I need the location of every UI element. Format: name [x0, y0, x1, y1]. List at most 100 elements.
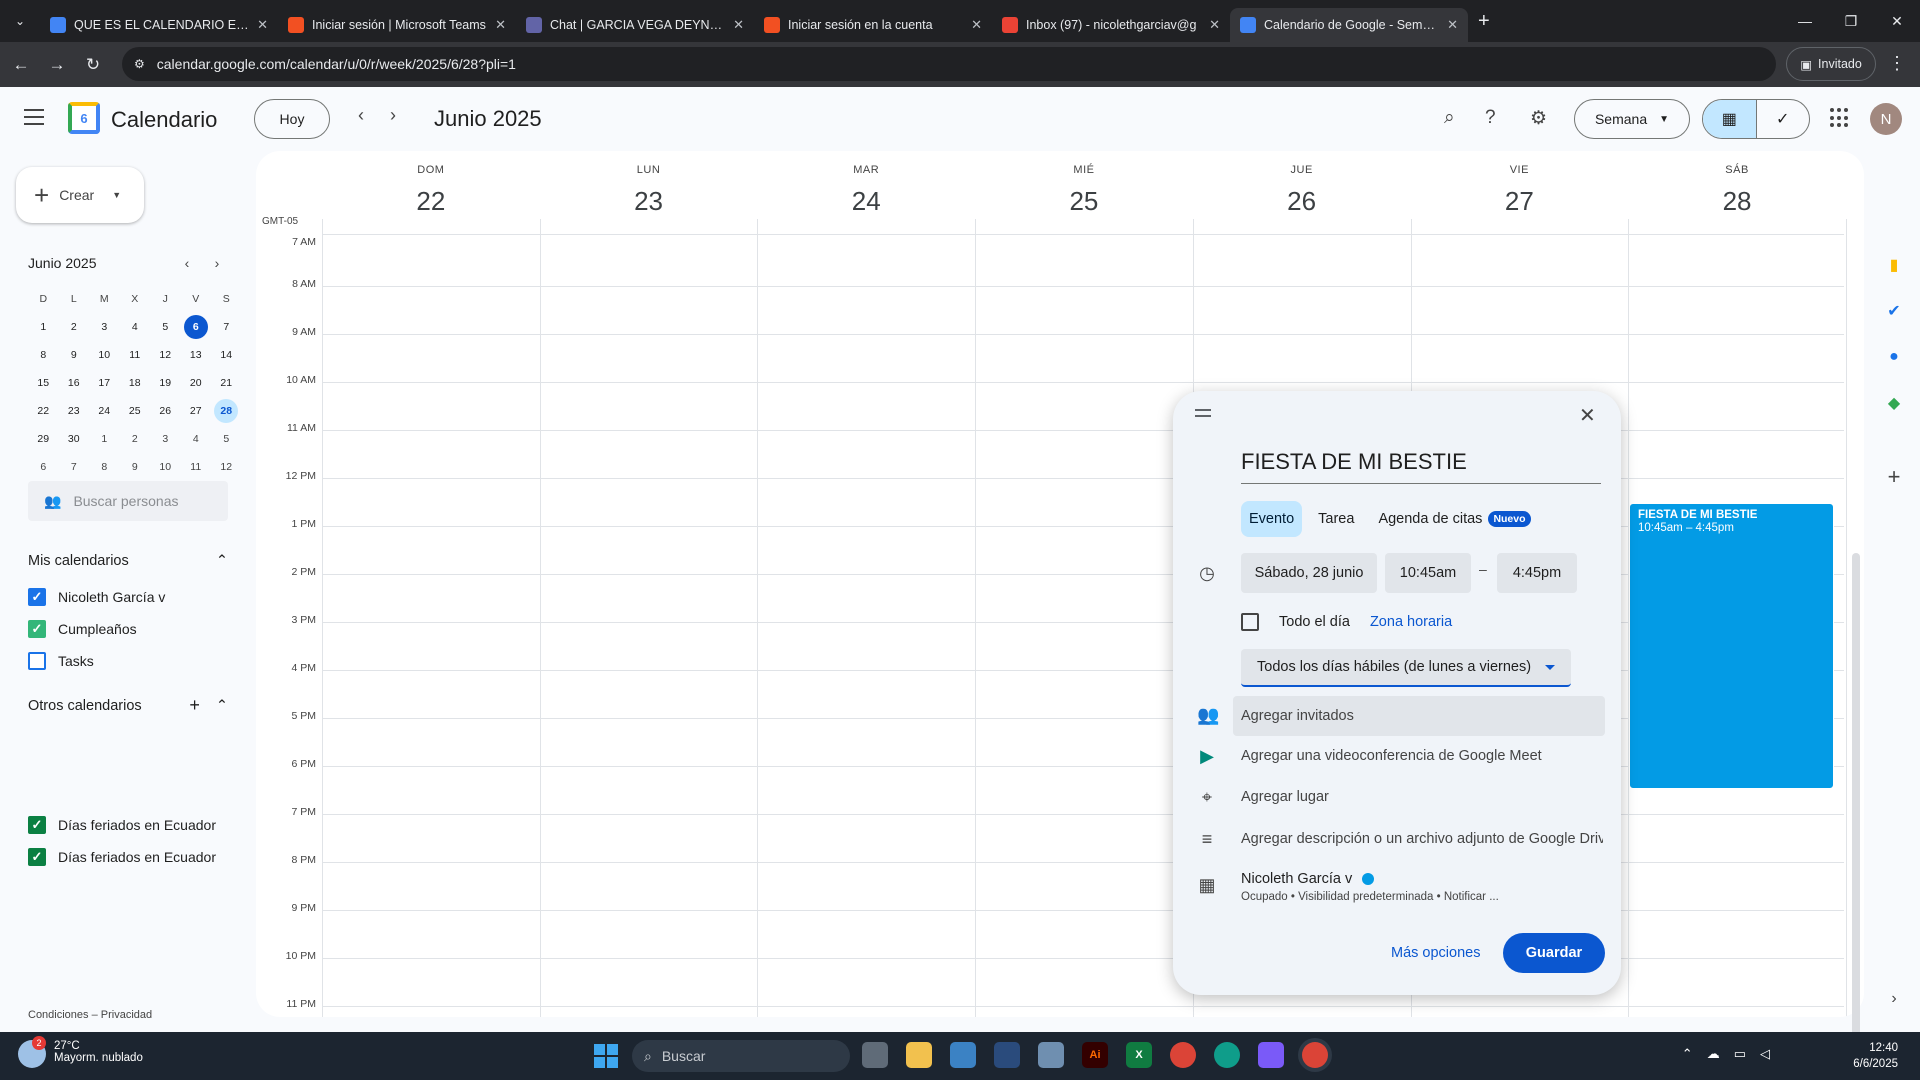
add-guests-input[interactable]: Agregar invitados [1233, 696, 1605, 736]
mini-day[interactable]: 12 [211, 453, 242, 481]
grid-scrollbar[interactable] [1852, 553, 1860, 1073]
tab-appointment-schedule[interactable]: Agenda de citas Nuevo [1370, 501, 1538, 537]
search-icon[interactable]: ⌕ [1444, 107, 1455, 129]
mini-next-icon[interactable]: › [202, 255, 232, 271]
taskbar-search[interactable]: ⌕ Buscar [632, 1040, 850, 1072]
mini-day[interactable]: 10 [89, 341, 120, 369]
calendar-checkbox[interactable]: ✓ [28, 816, 46, 834]
day-number[interactable]: 26 [1193, 186, 1411, 217]
calendar-logo[interactable]: 6 [68, 102, 100, 134]
mini-day[interactable]: 7 [211, 313, 242, 341]
expand-panel-icon[interactable]: › [1884, 989, 1904, 1009]
close-window-button[interactable]: ✕ [1874, 0, 1920, 42]
mini-day[interactable]: 21 [211, 369, 242, 397]
reload-button[interactable]: ↻ [78, 55, 108, 75]
google-apps-icon[interactable] [1830, 108, 1850, 128]
day-header[interactable]: MAR 24 [757, 151, 975, 251]
help-icon[interactable]: ? [1485, 107, 1496, 129]
store-icon[interactable] [950, 1042, 976, 1068]
calendar-list-item[interactable]: Tasks [28, 652, 94, 670]
m365-icon[interactable] [1258, 1042, 1284, 1068]
day-header[interactable]: DOM 22 [322, 151, 540, 251]
timezone-link[interactable]: Zona horaria [1370, 614, 1452, 630]
mini-day[interactable]: 14 [211, 341, 242, 369]
mini-day[interactable]: 9 [120, 453, 151, 481]
tab-search-chevron-icon[interactable]: ⌄ [0, 0, 40, 42]
taskbar-clock[interactable]: 12:40 6/6/2025 [1853, 1040, 1898, 1072]
event-title-input[interactable]: FIESTA DE MI BESTIE [1241, 449, 1601, 484]
illustrator-icon[interactable]: Ai [1082, 1042, 1108, 1068]
mini-day[interactable]: 2 [59, 313, 90, 341]
main-menu-icon[interactable] [24, 109, 44, 125]
calendar-list-item[interactable]: ✓ Cumpleaños [28, 620, 137, 638]
day-header[interactable]: SÁB 28 [1628, 151, 1846, 251]
mini-day[interactable]: 28 [211, 397, 242, 425]
all-day-checkbox[interactable] [1241, 613, 1259, 631]
day-number[interactable]: 27 [1411, 186, 1629, 217]
day-number[interactable]: 28 [1628, 186, 1846, 217]
back-button[interactable]: ← [6, 55, 36, 75]
today-button[interactable]: Hoy [254, 99, 330, 139]
tab-close-icon[interactable]: ✕ [1447, 17, 1458, 33]
terms-privacy-link[interactable]: Condiciones – Privacidad [28, 1009, 152, 1021]
other-calendars-header[interactable]: Otros calendarios + ⌃ [28, 695, 228, 716]
browser-tab[interactable]: Iniciar sesión | Microsoft Teams ✕ [278, 8, 516, 42]
app-cube-icon[interactable] [1038, 1042, 1064, 1068]
end-time-field[interactable]: 4:45pm [1497, 553, 1577, 593]
next-week-icon[interactable]: › [390, 105, 396, 126]
calendar-list-item[interactable]: ✓ Días feriados en Ecuador [28, 848, 216, 866]
profile-button[interactable]: ▣ Invitado [1786, 47, 1876, 81]
tab-close-icon[interactable]: ✕ [257, 17, 268, 33]
url-bar[interactable]: ⚙ calendar.google.com/calendar/u/0/r/wee… [122, 47, 1776, 81]
owner-details[interactable]: Ocupado • Visibilidad predeterminada • N… [1241, 891, 1499, 903]
collapse-chevron-icon[interactable]: ⌃ [216, 698, 228, 714]
view-selector[interactable]: Semana ▼ [1574, 99, 1690, 139]
mini-day[interactable]: 19 [150, 369, 181, 397]
app-title[interactable]: Calendario [111, 107, 217, 133]
mini-day[interactable]: 26 [150, 397, 181, 425]
day-number[interactable]: 22 [322, 186, 540, 217]
tab-close-icon[interactable]: ✕ [733, 17, 744, 33]
cloud-offline-icon[interactable]: ☁ [1707, 1046, 1720, 1062]
day-header[interactable]: VIE 27 [1411, 151, 1629, 251]
tasks-icon[interactable]: ✔ [1884, 301, 1904, 321]
browser-tab[interactable]: Iniciar sesión en la cuenta ✕ [754, 8, 992, 42]
weather-widget[interactable]: 2 27°C Mayorm. nublado [18, 1036, 143, 1068]
day-header[interactable]: JUE 26 [1193, 151, 1411, 251]
contacts-icon[interactable]: ● [1884, 347, 1904, 367]
tab-close-icon[interactable]: ✕ [495, 17, 506, 33]
tab-close-icon[interactable]: ✕ [971, 17, 982, 33]
mini-day[interactable]: 6 [181, 313, 212, 341]
event-block[interactable]: FIESTA DE MI BESTIE 10:45am – 4:45pm [1629, 503, 1834, 789]
day-number[interactable]: 25 [975, 186, 1193, 217]
mini-day[interactable]: 11 [181, 453, 212, 481]
tray-chevron-icon[interactable]: ⌃ [1682, 1046, 1693, 1062]
my-calendars-header[interactable]: Mis calendarios ⌃ [28, 553, 228, 569]
day-header[interactable]: MIÉ 25 [975, 151, 1193, 251]
network-icon[interactable]: ▭ [1734, 1046, 1746, 1062]
mini-day[interactable]: 4 [120, 313, 151, 341]
mini-day[interactable]: 12 [150, 341, 181, 369]
windows-start-icon[interactable] [594, 1044, 618, 1068]
settings-gear-icon[interactable]: ⚙ [1530, 107, 1547, 130]
chrome-active-icon[interactable] [1302, 1042, 1328, 1068]
calendar-checkbox[interactable]: ✓ [28, 588, 46, 606]
collapse-chevron-icon[interactable]: ⌃ [216, 553, 228, 569]
maps-icon[interactable]: ◆ [1884, 393, 1904, 413]
start-time-field[interactable]: 10:45am [1385, 553, 1471, 593]
volume-icon[interactable]: ◁ [1760, 1046, 1770, 1062]
mini-day[interactable]: 8 [28, 341, 59, 369]
new-tab-button[interactable]: + [1478, 10, 1490, 33]
recurrence-select[interactable]: Todos los días hábiles (de lunes a viern… [1241, 649, 1571, 687]
mini-day[interactable]: 13 [181, 341, 212, 369]
tasks-view-icon[interactable]: ✓ [1757, 100, 1810, 138]
file-explorer-icon[interactable] [906, 1042, 932, 1068]
calendar-view-icon[interactable]: ▦ [1703, 100, 1757, 138]
forward-button[interactable]: → [42, 55, 72, 75]
mini-day[interactable]: 23 [59, 397, 90, 425]
calendar-checkbox[interactable]: ✓ [28, 848, 46, 866]
excel-icon[interactable]: X [1126, 1042, 1152, 1068]
close-icon[interactable]: ✕ [1579, 403, 1596, 428]
account-avatar[interactable]: N [1870, 103, 1902, 135]
day-number[interactable]: 24 [757, 186, 975, 217]
